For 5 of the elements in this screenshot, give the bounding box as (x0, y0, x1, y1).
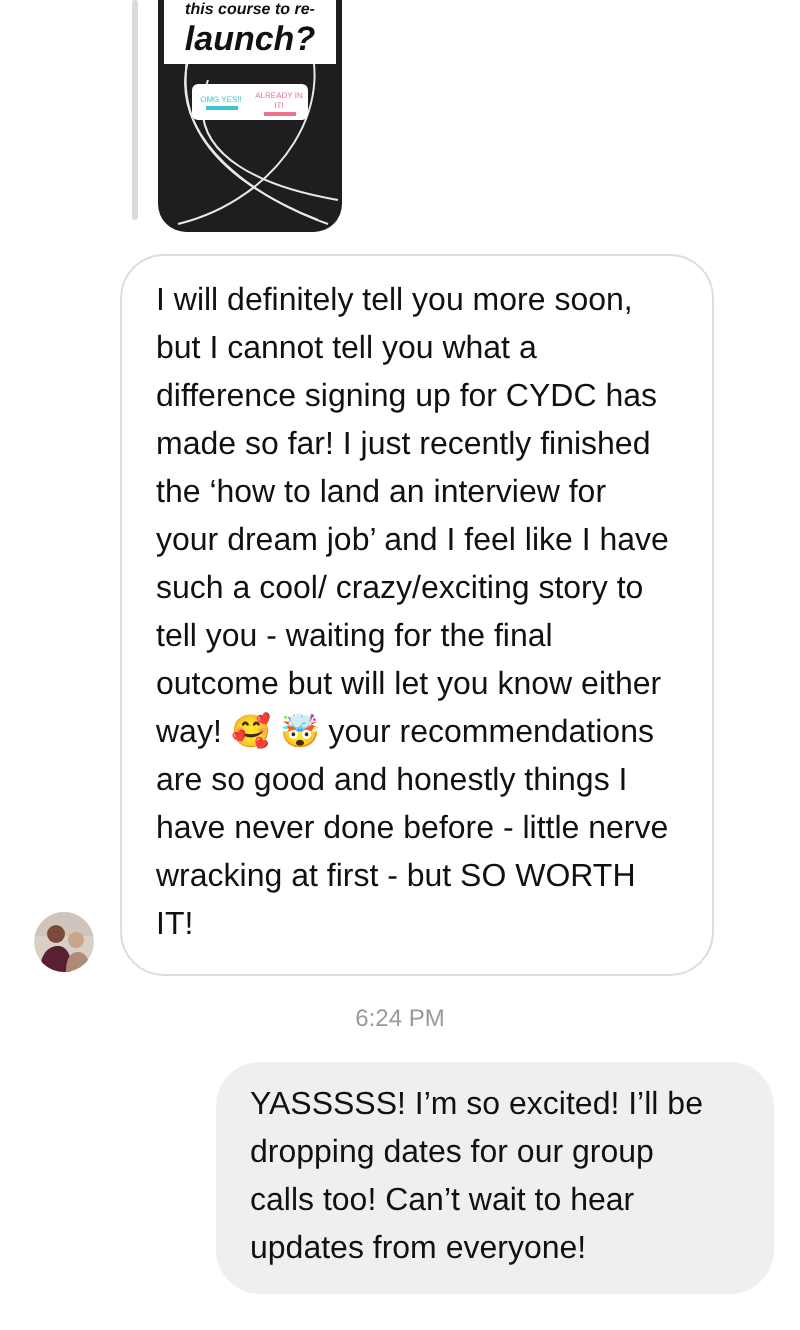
timestamp: 6:24 PM (355, 1004, 445, 1032)
message-bubble: YASSSSS! I’m so excited! I’ll be dropping dates for our group calls too! Can’t wait to hear updates from everyone! (216, 1062, 774, 1294)
story-caption: this course to re- (164, 0, 336, 20)
story-caption: launch? (164, 20, 336, 64)
message-bubble: I will definitely tell you more soon, but I cannot tell you what a difference signing up for CYDC has made so far! I just recently finished the ‘how to land an interview for your dream job’ and I feel like I have such a cool/ crazy/exciting story to tell you - waiting for the final outcome but will let you know either way! 🥰 🤯 your recommendations are so good and honestly things I have never done before - little nerve wracking at first - but SO WORTH IT! (120, 254, 714, 976)
